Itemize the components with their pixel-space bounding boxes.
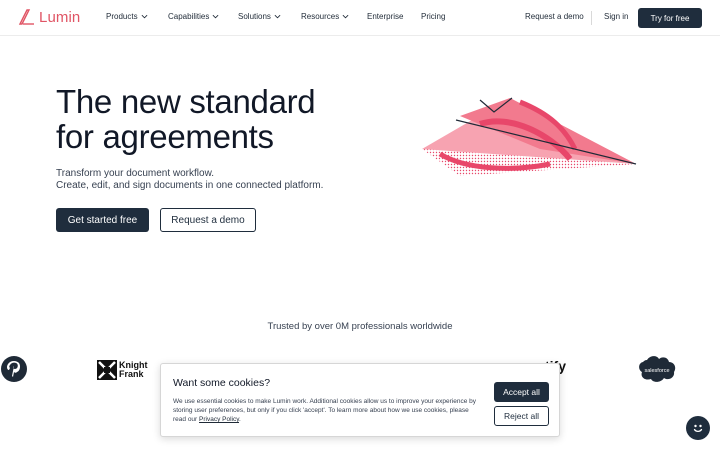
salesforce-logo: salesforce	[637, 354, 677, 389]
chevron-down-icon	[212, 14, 219, 19]
knight-frank-logo: Knight Frank	[97, 360, 148, 380]
get-started-free-button[interactable]: Get started free	[56, 208, 149, 232]
lumin-logo-icon	[18, 9, 34, 25]
sign-in-link[interactable]: Sign in	[604, 12, 628, 21]
nav-solutions[interactable]: Solutions	[238, 12, 281, 21]
nav-pricing-label: Pricing	[421, 12, 446, 21]
nav-resources[interactable]: Resources	[301, 12, 349, 21]
cookie-banner: Want some cookies? We use essential cook…	[160, 363, 560, 437]
nav-enterprise[interactable]: Enterprise	[367, 12, 403, 21]
smiley-chat-icon	[693, 424, 703, 433]
nav-solutions-label: Solutions	[238, 12, 271, 21]
knight-frank-line2: Frank	[119, 369, 144, 379]
brand-name: Lumin	[39, 8, 81, 26]
paper-plane-illustration	[422, 97, 637, 176]
trusted-text: Trusted by over 0M professionals worldwi…	[267, 321, 453, 332]
chat-widget-button[interactable]	[686, 416, 710, 440]
hero-subtitle-line1: Transform your document workflow.	[56, 168, 215, 179]
nav-pricing[interactable]: Pricing	[421, 12, 445, 21]
nav-products[interactable]: Products	[106, 12, 148, 21]
pinterest-logo	[1, 356, 27, 387]
top-navigation: Lumin Products Capabilities Solutions Re…	[0, 0, 720, 36]
nav-products-label: Products	[106, 12, 138, 21]
reject-all-button[interactable]: Reject all	[494, 406, 549, 426]
lumin-logo[interactable]: Lumin	[18, 8, 80, 26]
nav-capabilities-label: Capabilities	[168, 12, 210, 21]
chevron-down-icon	[274, 14, 281, 19]
hero-subtitle: Transform your document workflow. Create…	[56, 168, 323, 192]
hero-subtitle-line2: Create, edit, and sign documents in one …	[56, 180, 324, 191]
privacy-policy-link[interactable]: Privacy Policy	[199, 416, 239, 423]
cookie-body-end: .	[239, 416, 241, 423]
nav-resources-label: Resources	[301, 12, 340, 21]
salesforce-label: salesforce	[644, 368, 669, 374]
knight-frank-wordmark: Knight Frank	[119, 361, 148, 379]
nav-capabilities[interactable]: Capabilities	[168, 12, 219, 21]
try-for-free-button[interactable]: Try for free	[638, 8, 702, 28]
accept-all-button[interactable]: Accept all	[494, 382, 549, 402]
cookie-title: Want some cookies?	[173, 377, 271, 389]
hero-title: The new standard for agreements	[56, 84, 386, 154]
nav-divider	[591, 11, 592, 25]
chevron-down-icon	[141, 14, 148, 19]
knight-frank-mark	[97, 360, 117, 380]
nav-enterprise-label: Enterprise	[367, 12, 404, 21]
nav-request-demo-link[interactable]: Request a demo	[525, 12, 584, 21]
request-demo-button[interactable]: Request a demo	[160, 208, 256, 232]
hero-title-line1: The new standard	[56, 83, 316, 120]
hero-title-line2: for agreements	[56, 118, 274, 155]
chevron-down-icon	[342, 14, 349, 19]
cookie-body: We use essential cookies to make Lumin w…	[173, 397, 478, 424]
